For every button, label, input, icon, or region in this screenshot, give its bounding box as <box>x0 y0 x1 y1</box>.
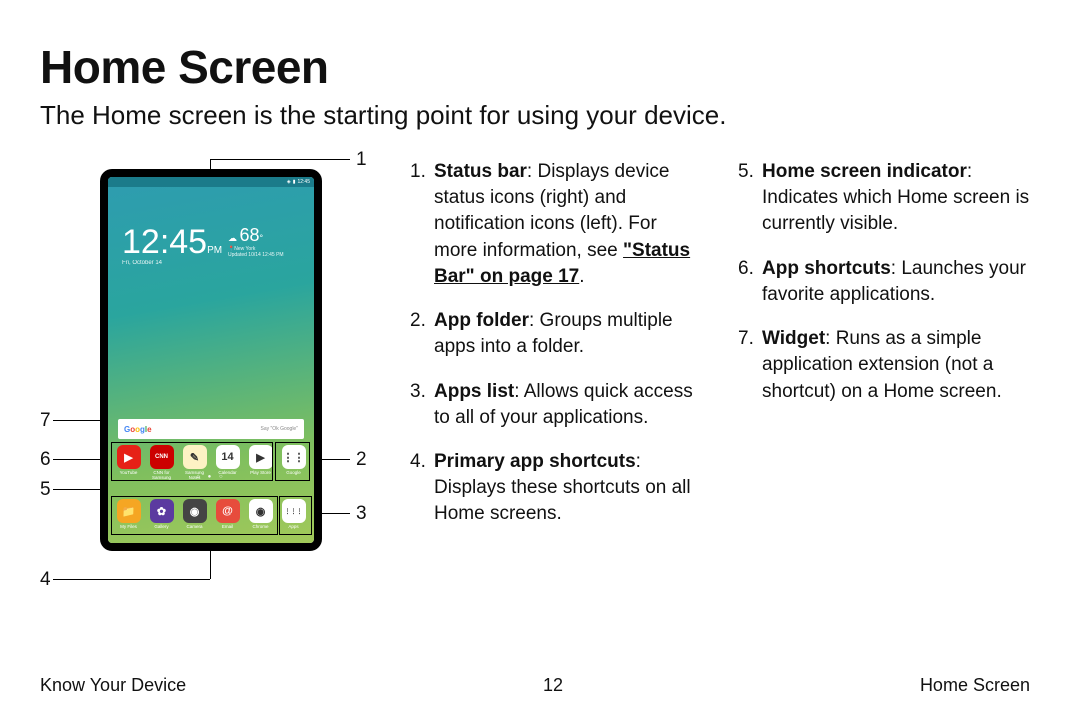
clock-time: 12:45 <box>122 223 207 261</box>
callout-lead <box>53 459 101 460</box>
item-term: App shortcuts <box>762 258 891 279</box>
app-icon: ⋮⋮⋮ Apps <box>280 499 308 530</box>
page-title: Home Screen <box>40 40 1030 94</box>
callout-number-2: 2 <box>356 449 367 471</box>
search-hint: Say "Ok Google" <box>261 426 298 432</box>
device-diagram: 1 7 6 5 2 3 4 ◈ <box>40 159 370 629</box>
callout-lead <box>53 579 210 580</box>
description-col-1: Status bar: Displays device status icons… <box>410 159 702 629</box>
item-term: Widget <box>762 328 825 349</box>
status-bar-region: ◈ ▮ 12:45 <box>108 177 314 187</box>
app-icon: ◉ Camera <box>181 499 209 530</box>
app-icon-glyph: ▶ <box>249 445 273 469</box>
item-term: Primary app shortcuts <box>434 451 636 472</box>
app-label: Camera <box>181 525 209 530</box>
app-icon-glyph: ⋮⋮ <box>282 445 306 469</box>
content-row: 1 7 6 5 2 3 4 ◈ <box>40 159 1030 629</box>
app-label: Chrome <box>247 525 275 530</box>
callout-number-5: 5 <box>40 479 51 501</box>
weather-cloud-icon: ☁ <box>228 233 237 243</box>
app-icon: ◉ Chrome <box>247 499 275 530</box>
weather-widget: ☁ 68° 📍New York Updated 10/14 12:45 PM <box>228 225 284 258</box>
callout-number-6: 6 <box>40 449 51 471</box>
device-frame: ◈ ▮ 12:45 12:45PM Fri, October 14 ☁ 68° … <box>100 169 322 551</box>
list-item: Widget: Runs as a simple application ext… <box>738 326 1030 405</box>
item-term: App folder <box>434 310 529 331</box>
app-icon-glyph: ▶ <box>117 445 141 469</box>
google-search-widget: Google Say "Ok Google" <box>118 419 304 439</box>
battery-icon: ▮ <box>293 180 296 185</box>
clock-widget: 12:45PM Fri, October 14 <box>122 223 222 266</box>
list-item: App shortcuts: Launches your favorite ap… <box>738 256 1030 308</box>
weather-temp: 68 <box>240 225 260 245</box>
primary-shortcut-row: 📁 My Files ✿ Gallery ◉ Camera @ Email ◉ Chrome ⋮⋮⋮… <box>108 499 314 530</box>
app-icon-glyph: ◉ <box>249 499 273 523</box>
callout-lead <box>210 159 350 160</box>
list-item: Primary app shortcuts: Displays these sh… <box>410 449 702 528</box>
list-item: Apps list: Allows quick access to all of… <box>410 379 702 431</box>
clock-ampm: PM <box>207 245 222 256</box>
app-label: My Files <box>115 525 143 530</box>
clock-small: 12:45 <box>297 180 310 185</box>
app-icon-glyph: ◉ <box>183 499 207 523</box>
list-item: Home screen indicator: Indicates which H… <box>738 159 1030 238</box>
item-term: Home screen indicator <box>762 161 967 182</box>
page-footer: Know Your Device 12 Home Screen <box>40 675 1030 696</box>
page-indicator: ⌂ ● ○ <box>108 474 314 480</box>
description-columns: Status bar: Displays device status icons… <box>410 159 1030 629</box>
list-item: App folder: Groups multiple apps into a … <box>410 308 702 360</box>
callout-lead <box>53 420 101 421</box>
device-wallpaper: ◈ ▮ 12:45 12:45PM Fri, October 14 ☁ 68° … <box>108 177 314 543</box>
callout-number-7: 7 <box>40 410 51 432</box>
item-text: . <box>579 266 584 287</box>
page-subtitle: The Home screen is the starting point fo… <box>40 100 1030 131</box>
app-icon-glyph: CNN <box>150 445 174 469</box>
app-label: Email <box>214 525 242 530</box>
app-label: Apps <box>280 525 308 530</box>
weather-updated: Updated 10/14 12:45 PM <box>228 252 284 258</box>
wifi-icon: ◈ <box>287 180 291 185</box>
app-icon-glyph: 14 <box>216 445 240 469</box>
app-icon: 📁 My Files <box>115 499 143 530</box>
footer-page-number: 12 <box>543 675 563 696</box>
app-icon-glyph: ✎ <box>183 445 207 469</box>
figure-column: 1 7 6 5 2 3 4 ◈ <box>40 159 370 629</box>
app-label: Gallery <box>148 525 176 530</box>
callout-number-3: 3 <box>356 503 367 525</box>
callout-number-4: 4 <box>40 569 51 591</box>
google-logo: Google <box>124 425 152 434</box>
app-icon: ✿ Gallery <box>148 499 176 530</box>
footer-left: Know Your Device <box>40 675 186 696</box>
weather-unit: ° <box>260 233 264 243</box>
footer-right: Home Screen <box>920 675 1030 696</box>
item-term: Status bar <box>434 161 527 182</box>
callout-number-1: 1 <box>356 149 367 171</box>
list-item: Status bar: Displays device status icons… <box>410 159 702 290</box>
clock-date: Fri, October 14 <box>122 260 222 266</box>
app-icon: @ Email <box>214 499 242 530</box>
app-icon-glyph: 📁 <box>117 499 141 523</box>
app-icon-glyph: ⋮⋮⋮ <box>282 499 306 523</box>
callout-lead <box>318 513 350 514</box>
callout-lead <box>318 459 350 460</box>
app-icon-glyph: @ <box>216 499 240 523</box>
description-col-2: Home screen indicator: Indicates which H… <box>738 159 1030 629</box>
item-term: Apps list <box>434 381 514 402</box>
app-icon-glyph: ✿ <box>150 499 174 523</box>
